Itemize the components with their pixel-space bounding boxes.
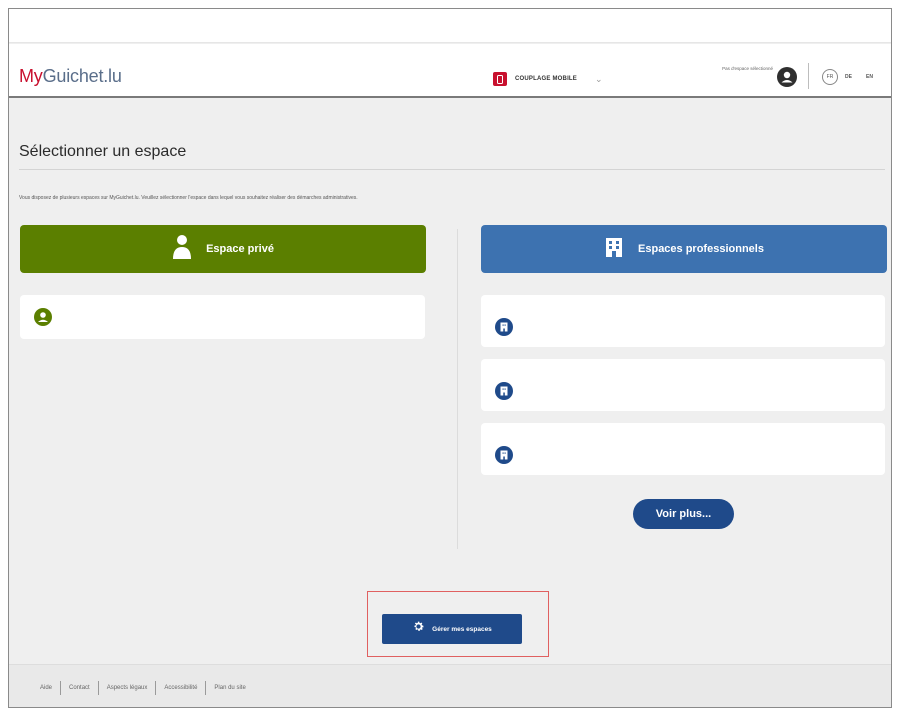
professional-space-card[interactable] (481, 423, 885, 475)
professional-space-card[interactable] (481, 295, 885, 347)
professional-spaces-label: Espaces professionnels (638, 243, 764, 255)
footer-link-sitemap[interactable]: Plan du site (206, 685, 253, 691)
myguichet-logo[interactable]: MyGuichet.lu (19, 66, 122, 87)
intro-text: Vous disposez de plusieurs espaces sur M… (19, 195, 358, 201)
mobile-coupling-dropdown[interactable]: COUPLAGE MOBILE ⌄ (493, 71, 603, 87)
building-icon (495, 446, 513, 464)
browser-frame: MyGuichet.lu COUPLAGE MOBILE ⌄ Pas d'esp… (8, 8, 892, 708)
language-en[interactable]: EN (866, 74, 873, 80)
page-title: Sélectionner un espace (19, 143, 187, 160)
building-icon (495, 382, 513, 400)
footer-links: Aide Contact Aspects légaux Accessibilit… (32, 681, 254, 695)
manage-spaces-button[interactable]: Gérer mes espaces (382, 614, 522, 644)
private-space-button[interactable]: Espace privé (20, 225, 426, 273)
user-account-icon[interactable] (777, 67, 797, 87)
site-header: MyGuichet.lu COUPLAGE MOBILE ⌄ Pas d'esp… (9, 44, 891, 98)
footer-link-accessibility[interactable]: Accessibilité (156, 685, 205, 691)
footer-link-legal[interactable]: Aspects légaux (99, 685, 156, 691)
footer-link-contact[interactable]: Contact (61, 685, 98, 691)
user-icon (34, 308, 52, 326)
logo-my: My (19, 66, 43, 86)
no-space-selected-label: Pas d'espace sélectionné (722, 66, 773, 71)
header-separator (808, 63, 809, 89)
professional-spaces-button[interactable]: Espaces professionnels (481, 225, 887, 273)
logo-rest: Guichet.lu (42, 66, 122, 86)
private-space-card[interactable] (20, 295, 425, 339)
private-space-label: Espace privé (206, 243, 274, 255)
language-fr[interactable]: FR (822, 69, 838, 85)
person-icon (172, 234, 192, 265)
manage-spaces-label: Gérer mes espaces (432, 625, 492, 633)
language-de[interactable]: DE (845, 74, 852, 80)
title-divider (19, 169, 885, 170)
footer-link-help[interactable]: Aide (32, 685, 60, 691)
phone-icon (493, 72, 507, 86)
site-footer: Aide Contact Aspects légaux Accessibilit… (9, 664, 891, 707)
professional-space-card[interactable] (481, 359, 885, 411)
column-divider (457, 229, 458, 549)
see-more-button[interactable]: Voir plus... (633, 499, 734, 529)
gear-icon (412, 620, 425, 638)
chevron-down-icon: ⌄ (595, 73, 603, 84)
building-icon (604, 235, 624, 264)
top-strip (9, 9, 891, 43)
building-icon (495, 318, 513, 336)
mobile-coupling-label: COUPLAGE MOBILE (515, 76, 578, 82)
